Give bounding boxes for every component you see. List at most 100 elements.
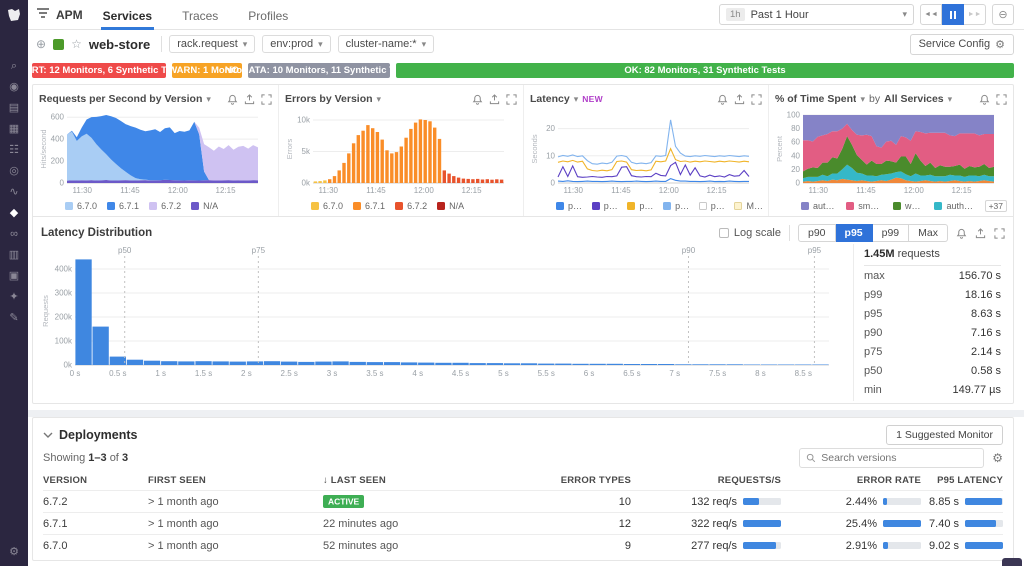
services-selector[interactable]: All Services	[884, 93, 944, 105]
version-cell[interactable]: 6.7.0	[43, 540, 148, 552]
export-icon[interactable]	[734, 93, 745, 105]
table-settings-gear-icon[interactable]: ⚙	[992, 451, 1003, 465]
search-icon[interactable]: ⌕	[6, 60, 22, 72]
latency-stat-row[interactable]: p95 8.63 s	[864, 304, 1001, 323]
tab-traces[interactable]: Traces	[180, 1, 220, 29]
notebooks-icon[interactable]: ✎	[6, 312, 22, 324]
legend-item[interactable]: p75	[591, 201, 617, 211]
log-scale-toggle[interactable]: Log scale	[718, 227, 781, 239]
latency-histogram[interactable]: 0k100k200k300k400k0 s 0.5 s1 s 1.5 s2 s 2.5…	[41, 244, 837, 378]
legend-more-badge[interactable]: +37	[984, 200, 1007, 212]
forward-button[interactable]: ►►	[964, 4, 986, 25]
monitor-status-segment[interactable]: OK: 82 Monitors, 31 Synthetic Tests	[396, 63, 1014, 78]
deployment-row[interactable]: 6.7.1 > 1 month ago 22 minutes ago 12 322 re…	[43, 512, 1003, 534]
percentile-button-p90[interactable]: p90	[798, 224, 836, 242]
col-version[interactable]: VERSION	[43, 475, 148, 486]
legend-item[interactable]: N/A	[191, 201, 218, 211]
col-p95-latency[interactable]: P95 LATENCY	[921, 475, 1003, 486]
legend-item[interactable]: p90	[627, 201, 653, 211]
events-icon[interactable]: ▤	[6, 102, 22, 114]
legend-item[interactable]: auth-dotnet-p	[934, 201, 975, 211]
fullscreen-icon[interactable]	[751, 93, 762, 105]
monitor-bell-icon[interactable]	[956, 228, 967, 239]
filter-resource[interactable]: rack.request ▾	[169, 35, 256, 53]
fullscreen-icon[interactable]	[506, 93, 517, 105]
requests-chart[interactable]: 0 200 400 600 11:30 11:45 12:00 12:15 Hits/secon…	[39, 109, 263, 195]
favorite-star-icon[interactable]: ☆	[71, 37, 82, 51]
panel-title[interactable]: Latency	[530, 93, 570, 105]
col-first-seen[interactable]: FIRST SEEN	[148, 475, 323, 486]
legend-item[interactable]: N/A	[437, 201, 464, 211]
fullscreen-icon[interactable]	[261, 93, 272, 105]
search-versions-box[interactable]	[799, 448, 985, 468]
suggested-monitor-button[interactable]: 1 Suggested Monitor	[886, 425, 1003, 445]
network-icon[interactable]: ∞	[6, 228, 22, 240]
legend-item[interactable]: 6.7.1	[107, 201, 139, 211]
col-error-rate[interactable]: ERROR RATE	[781, 475, 921, 486]
dashboards-icon[interactable]: ▦	[6, 123, 22, 135]
percentile-button-p99[interactable]: p99	[872, 224, 910, 242]
legend-item[interactable]: 6.7.1	[353, 201, 385, 211]
fullscreen-icon[interactable]	[994, 227, 1005, 239]
security-icon[interactable]: ▣	[6, 270, 22, 282]
monitor-bell-icon[interactable]	[227, 94, 238, 105]
infrastructure-icon[interactable]: ☷	[6, 144, 22, 156]
metrics-icon[interactable]: ∿	[6, 186, 22, 198]
legend-item[interactable]: 6.7.0	[311, 201, 343, 211]
pause-button[interactable]	[942, 4, 964, 25]
latency-stat-row[interactable]: p99 18.16 s	[864, 285, 1001, 304]
fullscreen-icon[interactable]	[996, 93, 1007, 105]
watchdog-icon[interactable]: ◉	[6, 81, 22, 93]
help-bubble[interactable]	[1002, 558, 1022, 566]
legend-item[interactable]: web-store	[892, 201, 924, 211]
synthetics-icon[interactable]: ✦	[6, 291, 22, 303]
monitors-icon[interactable]: ◎	[6, 165, 22, 177]
datadog-logo[interactable]	[0, 0, 28, 30]
latency-stat-row[interactable]: min 149.77 µs	[864, 380, 1001, 399]
filter-env[interactable]: env:prod ▾	[262, 35, 331, 53]
time-range-select[interactable]: 1h Past 1 Hour ▾	[719, 4, 914, 25]
latency-chart[interactable]: 0 10 20 11:30 11:45 12:00 12:15 Seconds	[530, 109, 754, 195]
version-cell[interactable]: 6.7.1	[43, 518, 148, 530]
legend-item[interactable]: sms-service	[846, 201, 883, 211]
monitor-bell-icon[interactable]	[472, 94, 483, 105]
monitor-bell-icon[interactable]	[979, 94, 990, 105]
apm-icon[interactable]: ◆	[6, 207, 22, 219]
monitor-status-segment[interactable]: NO DATA: 10 Monitors, 11 Synthetic Tests	[225, 63, 413, 78]
panel-title[interactable]: Errors by Version	[285, 93, 373, 105]
latency-stat-row[interactable]: p75 2.14 s	[864, 342, 1001, 361]
legend-item[interactable]: p99	[698, 201, 724, 211]
tab-services[interactable]: Services	[100, 1, 155, 30]
rewind-button[interactable]: ◄◄	[920, 4, 942, 25]
percentile-button-p95[interactable]: p95	[835, 224, 873, 242]
legend-item[interactable]: auth-dotnet	[801, 201, 836, 211]
legend-item[interactable]: 6.7.0	[65, 201, 97, 211]
version-cell[interactable]: 6.7.2	[43, 496, 148, 508]
export-icon[interactable]	[244, 93, 255, 105]
errors-chart[interactable]: 0k 5k 10k 11:30 11:45 12:00 12:15 Errors	[285, 109, 509, 195]
filter-cluster[interactable]: cluster-name:* ▾	[337, 35, 435, 53]
deployment-row[interactable]: 6.7.0 > 1 month ago 52 minutes ago 9 277 req…	[43, 534, 1003, 556]
latency-stat-row[interactable]: p90 7.16 s	[864, 323, 1001, 342]
checkbox-icon[interactable]	[718, 228, 729, 238]
monitor-status-segment[interactable]: ALERT: 12 Monitors, 6 Synthetic Tests	[28, 63, 185, 78]
collapse-chevron-icon[interactable]	[43, 431, 53, 439]
legend-item[interactable]: 6.7.2	[149, 201, 181, 211]
col-error-types[interactable]: ERROR TYPES	[541, 475, 631, 486]
settings-icon[interactable]: ⚙	[6, 546, 22, 558]
percentile-button-max[interactable]: Max	[909, 224, 948, 242]
logs-icon[interactable]: ▥	[6, 249, 22, 261]
col-last-seen[interactable]: ↓ LAST SEEN	[323, 475, 541, 486]
legend-item[interactable]: p95	[663, 201, 689, 211]
legend-item[interactable]: p50	[556, 201, 582, 211]
time-spent-chart[interactable]: 0 20 40 60 80 100 11:30 11:45 12:00 12:15 Percent	[775, 109, 999, 195]
col-requests[interactable]: REQUESTS/S	[631, 475, 781, 486]
legend-item[interactable]: Max	[734, 201, 762, 211]
service-config-button[interactable]: Service Config ⚙	[909, 33, 1014, 55]
search-versions-input[interactable]	[821, 452, 978, 464]
zoom-out-button[interactable]: ⊖	[992, 4, 1014, 25]
export-icon[interactable]	[489, 93, 500, 105]
deployment-row[interactable]: 6.7.2 > 1 month ago ACTIVE 10 132 req/s 2.44%…	[43, 490, 1003, 512]
latency-stat-row[interactable]: p50 0.58 s	[864, 361, 1001, 380]
export-icon[interactable]	[975, 227, 986, 239]
